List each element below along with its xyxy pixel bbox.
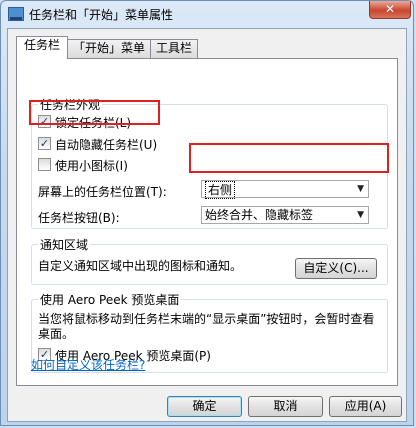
position-highlight-box — [189, 143, 389, 173]
autohide-taskbar-checkbox[interactable]: ✓ — [38, 137, 51, 150]
customize-notifications-button[interactable]: 自定义(C)... — [295, 258, 377, 279]
apply-button[interactable]: 应用(A) — [329, 396, 402, 417]
taskbar-buttons-select[interactable]: 始终合并、隐藏标签 ▼ — [201, 206, 369, 224]
taskbar-buttons-value: 始终合并、隐藏标签 — [205, 208, 314, 222]
aero-peek-legend: 使用 Aero Peek 预览桌面 — [40, 293, 180, 307]
notification-area-legend: 通知区域 — [40, 238, 89, 252]
title-bar[interactable]: 任务栏和「开始」菜单属性 ✕ — [1, 1, 413, 27]
small-icons-label: 使用小图标(I) — [55, 159, 128, 173]
tab-toolbars-label: 工具栏 — [155, 41, 192, 55]
tab-taskbar-label: 任务栏 — [23, 38, 60, 52]
ok-button[interactable]: 确定 — [167, 396, 242, 417]
notification-area-text: 自定义通知区域中出现的图标和通知。 — [38, 259, 243, 273]
window-title: 任务栏和「开始」菜单属性 — [29, 8, 174, 22]
tab-start-menu-label: 「开始」菜单 — [72, 41, 145, 55]
tab-start-menu[interactable]: 「开始」菜单 — [67, 39, 151, 58]
autohide-taskbar-label: 自动隐藏任务栏(U) — [55, 138, 158, 152]
taskbar-icon — [8, 7, 24, 21]
chevron-down-icon: ▼ — [357, 210, 364, 220]
autohide-highlight-box — [29, 100, 160, 125]
taskbar-position-label: 屏幕上的任务栏位置(T): — [38, 185, 167, 199]
taskbar-position-value: 右侧 — [205, 181, 236, 199]
taskbar-position-select[interactable]: 右侧 ▼ — [201, 180, 369, 199]
chevron-down-icon: ▼ — [357, 184, 364, 194]
cancel-button[interactable]: 取消 — [248, 396, 323, 417]
aero-peek-description: 当您将鼠标移动到任务栏末端的“显示桌面”按钮时，会暂时查看桌面。 — [38, 312, 375, 341]
tab-taskbar[interactable]: 任务栏 — [16, 36, 68, 59]
help-link[interactable]: 如何自定义该任务栏? — [31, 356, 145, 373]
tab-toolbars[interactable]: 工具栏 — [150, 39, 198, 58]
small-icons-checkbox[interactable] — [38, 158, 51, 171]
close-icon: ✕ — [384, 2, 396, 16]
close-button[interactable]: ✕ — [369, 1, 411, 19]
properties-window: 任务栏和「开始」菜单属性 ✕ 任务栏 「开始」菜单 工具栏 任务栏外观 ✓ 锁定… — [0, 0, 414, 426]
taskbar-buttons-label: 任务栏按钮(B): — [38, 211, 120, 225]
dialog-body: 任务栏 「开始」菜单 工具栏 任务栏外观 ✓ 锁定任务栏(L) ✓ 自动隐藏任务… — [7, 28, 407, 422]
